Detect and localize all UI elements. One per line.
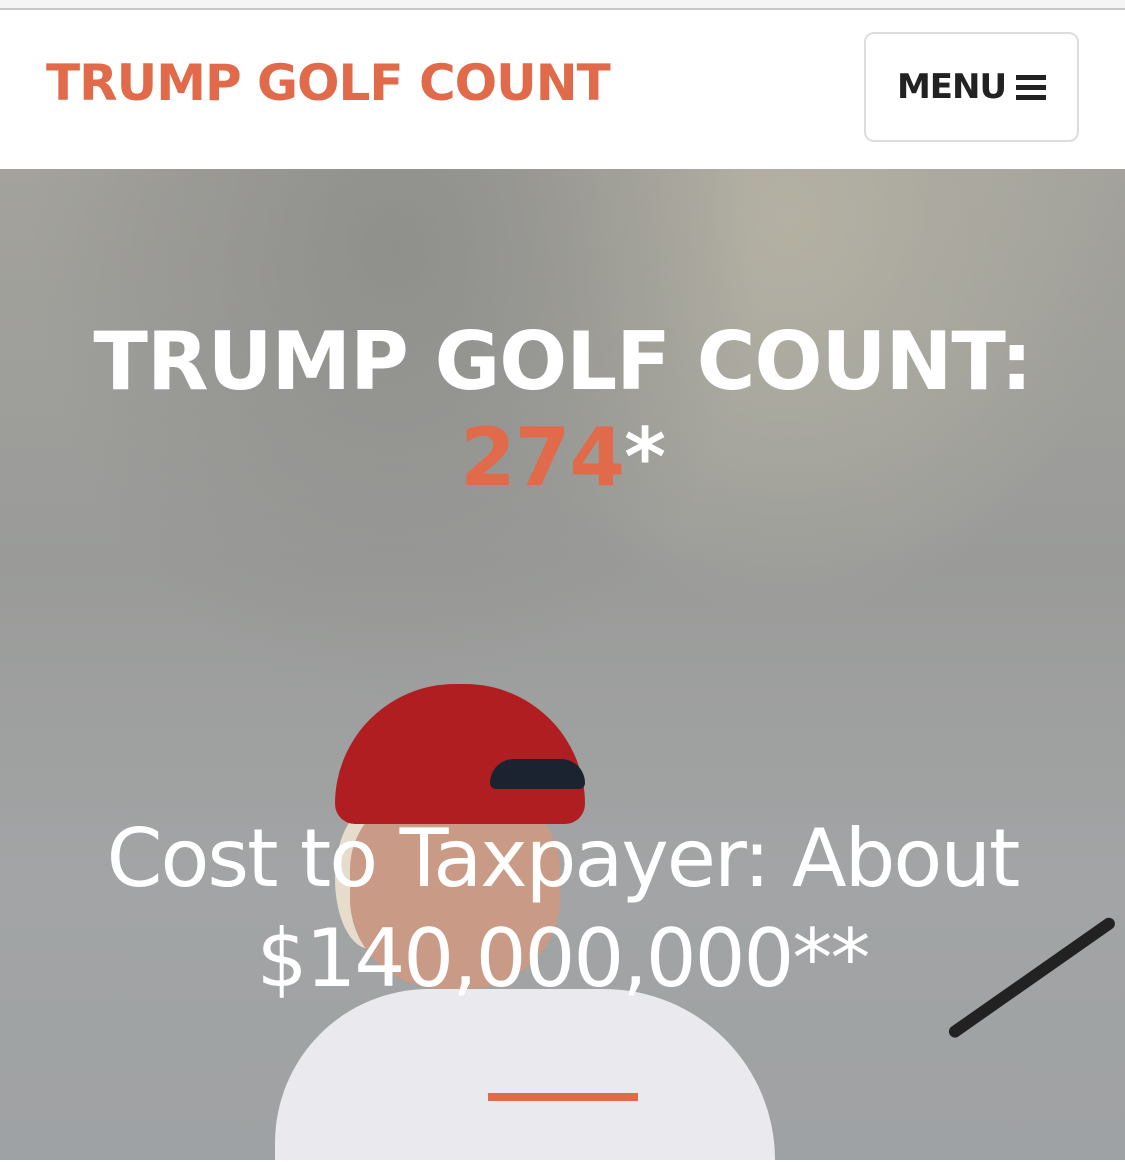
count-footnote-mark: * [624, 411, 666, 504]
hero-title: TRUMP GOLF COUNT: 274* [0, 314, 1125, 506]
menu-label: MENU [896, 67, 1007, 107]
menu-button[interactable]: MENU [864, 32, 1079, 142]
hamburger-icon [1016, 74, 1047, 100]
hero-photo-cap [335, 684, 585, 824]
site-brand-link[interactable]: TRUMP GOLF COUNT [46, 54, 611, 112]
browser-top-bar [0, 0, 1125, 10]
accent-divider [488, 1093, 638, 1101]
golf-count: 274 [460, 411, 625, 504]
cost-label: Cost to Taxpayer: About [106, 812, 1021, 905]
hero-photo-brim [490, 759, 585, 789]
hero-section: TRUMP GOLF COUNT: 274* Cost to Taxpayer:… [0, 169, 1125, 1160]
hero-title-text: TRUMP GOLF COUNT: [93, 315, 1032, 408]
hero-photo-shirt [275, 989, 775, 1160]
site-header: TRUMP GOLF COUNT MENU [0, 10, 1125, 169]
cost-value: $140,000,000** [256, 912, 871, 1005]
taxpayer-cost: Cost to Taxpayer: About $140,000,000** [0, 809, 1125, 1009]
